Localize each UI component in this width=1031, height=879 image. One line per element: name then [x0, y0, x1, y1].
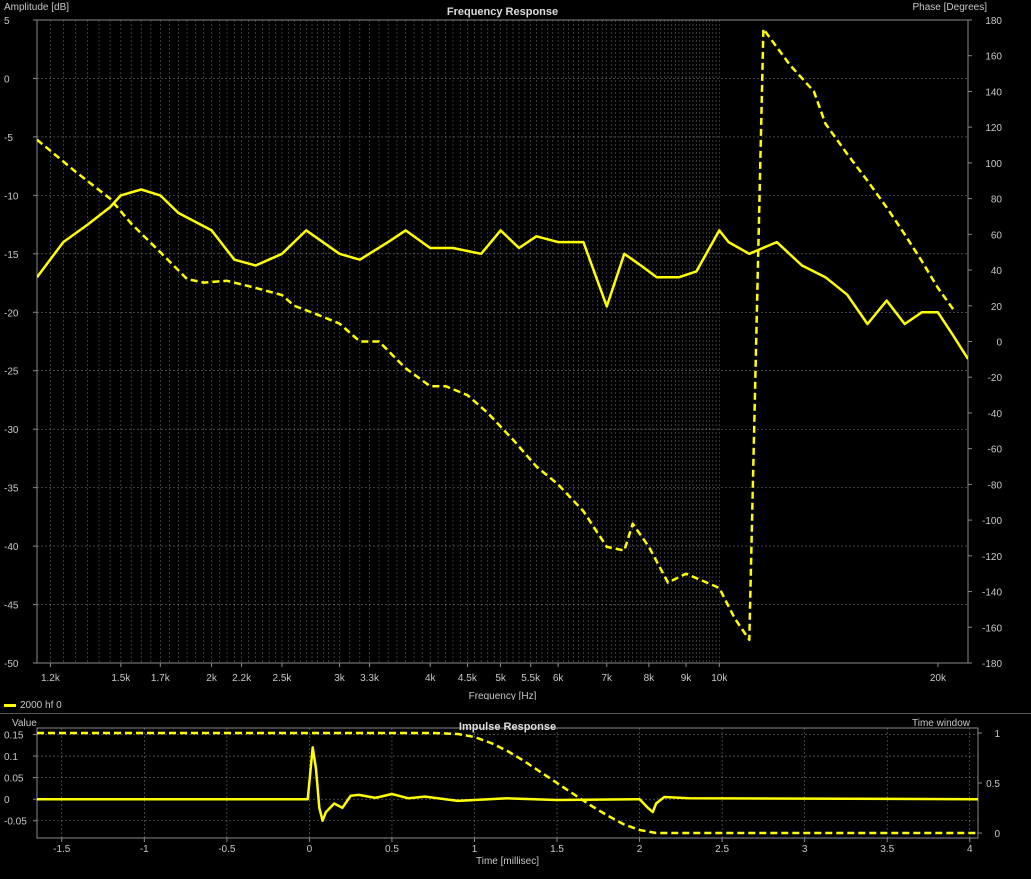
- y2-tick-label: -140: [982, 588, 1002, 599]
- x-tick-label: 2.2k: [232, 673, 252, 684]
- y-tick-label: 0.05: [4, 774, 24, 785]
- y2-tick-label: -100: [982, 516, 1002, 527]
- x-tick-label: 10k: [711, 673, 728, 684]
- y2-axis-label: Time window: [912, 718, 971, 729]
- plot-area: [36, 727, 979, 839]
- y2-tick-label: -120: [982, 552, 1002, 563]
- x-tick-label: 3: [802, 844, 808, 855]
- x-tick-label: -1.5: [53, 844, 71, 855]
- y2-tick-label: -40: [988, 409, 1003, 420]
- legend-label: 2000 hf 0: [20, 700, 62, 711]
- y-tick-label: 0.15: [4, 730, 24, 741]
- y2-tick-label: 0.5: [986, 779, 1000, 790]
- y-tick-label: -5: [4, 133, 13, 144]
- y2-tick-label: 160: [985, 52, 1002, 63]
- x-tick-label: 6k: [553, 673, 565, 684]
- x-tick-label: 2.5: [715, 844, 729, 855]
- y-tick-label: 5: [4, 16, 10, 27]
- y2-tick-label: -20: [988, 373, 1003, 384]
- y2-tick-label: 40: [991, 266, 1003, 277]
- y-axis-label: Value: [12, 718, 37, 729]
- frequency-response-chart: 1.2k 1.5k 1.7k 2k 2.2k 2.5k 3k 3.3k 4k 4.5k 5k 5.5k…: [4, 2, 1003, 700]
- y-tick-label: -45: [4, 601, 19, 612]
- y2-tick-label: 80: [991, 195, 1003, 206]
- x-tick-label: 0: [307, 844, 313, 855]
- y-tick-label: -50: [4, 659, 19, 670]
- x-tick-label: 1: [472, 844, 478, 855]
- y2-tick-label: 0: [996, 338, 1002, 349]
- y-tick-label: 0: [4, 74, 10, 85]
- y2-tick-label: -180: [982, 659, 1002, 670]
- y2-tick-label: 120: [985, 123, 1002, 134]
- y-axis-label: Amplitude [dB]: [4, 2, 69, 13]
- chart-title: Impulse Response: [459, 721, 556, 733]
- y-tick-label: -20: [4, 308, 19, 319]
- x-tick-label: -0.5: [218, 844, 236, 855]
- x-tick-label: 1.5k: [111, 673, 131, 684]
- x-tick-label: 20k: [930, 673, 947, 684]
- y2-tick-label: 1: [994, 729, 1000, 740]
- x-tick-label: 2: [637, 844, 643, 855]
- y-tick-label: -40: [4, 542, 19, 553]
- y-tick-label: 0: [4, 795, 10, 806]
- x-tick-label: 1.2k: [41, 673, 61, 684]
- y2-tick-label: 60: [991, 230, 1003, 241]
- x-tick-label: 4: [967, 844, 973, 855]
- chart-title: Frequency Response: [447, 6, 558, 18]
- x-tick-label: 3.5: [880, 844, 894, 855]
- y2-axis-label: Phase [Degrees]: [913, 2, 988, 13]
- x-tick-label: 4k: [425, 673, 437, 684]
- x-tick-label: 5k: [495, 673, 507, 684]
- x-tick-label: 3k: [334, 673, 346, 684]
- y2-tick-label: 180: [985, 16, 1002, 27]
- x-tick-label: 1.7k: [151, 673, 171, 684]
- y2-tick-label: -80: [988, 480, 1003, 491]
- y2-tick-label: 20: [991, 302, 1003, 313]
- legend-swatch: [4, 704, 16, 707]
- x-tick-label: 4.5k: [458, 673, 478, 684]
- y-tick-label: -25: [4, 367, 19, 378]
- impulse-response-chart: -1.5 -1 -0.5 0 0.5 1 1.5 2 2.5 3 3.5 4 0.15 0.1 0.05 0 -…: [4, 718, 1000, 867]
- y-tick-label: -0.05: [4, 817, 27, 828]
- y2-tick-label: 0: [994, 829, 1000, 840]
- y-tick-label: -30: [4, 425, 19, 436]
- y-tick-label: -35: [4, 484, 19, 495]
- y2-tick-label: -160: [982, 623, 1002, 634]
- x-axis-label: Time [millisec]: [476, 856, 539, 867]
- y-tick-label: -15: [4, 250, 19, 261]
- x-tick-label: 8k: [644, 673, 656, 684]
- x-tick-label: 7k: [601, 673, 613, 684]
- x-tick-label: 9k: [681, 673, 693, 684]
- x-tick-label: 5.5k: [521, 673, 541, 684]
- plot-area: [36, 19, 969, 664]
- legend: 2000 hf 0: [4, 700, 62, 711]
- x-tick-label: 1.5: [550, 844, 564, 855]
- y-tick-label: -10: [4, 191, 19, 202]
- y2-tick-label: -60: [988, 445, 1003, 456]
- x-tick-label: 2.5k: [273, 673, 293, 684]
- y2-tick-label: 140: [985, 87, 1002, 98]
- x-tick-label: 3.3k: [360, 673, 380, 684]
- x-tick-label: 2k: [206, 673, 218, 684]
- x-axis-label: Frequency [Hz]: [469, 691, 537, 700]
- x-tick-label: -1: [140, 844, 149, 855]
- x-tick-label: 0.5: [385, 844, 399, 855]
- y-tick-label: 0.1: [4, 752, 18, 763]
- y2-tick-label: 100: [985, 159, 1002, 170]
